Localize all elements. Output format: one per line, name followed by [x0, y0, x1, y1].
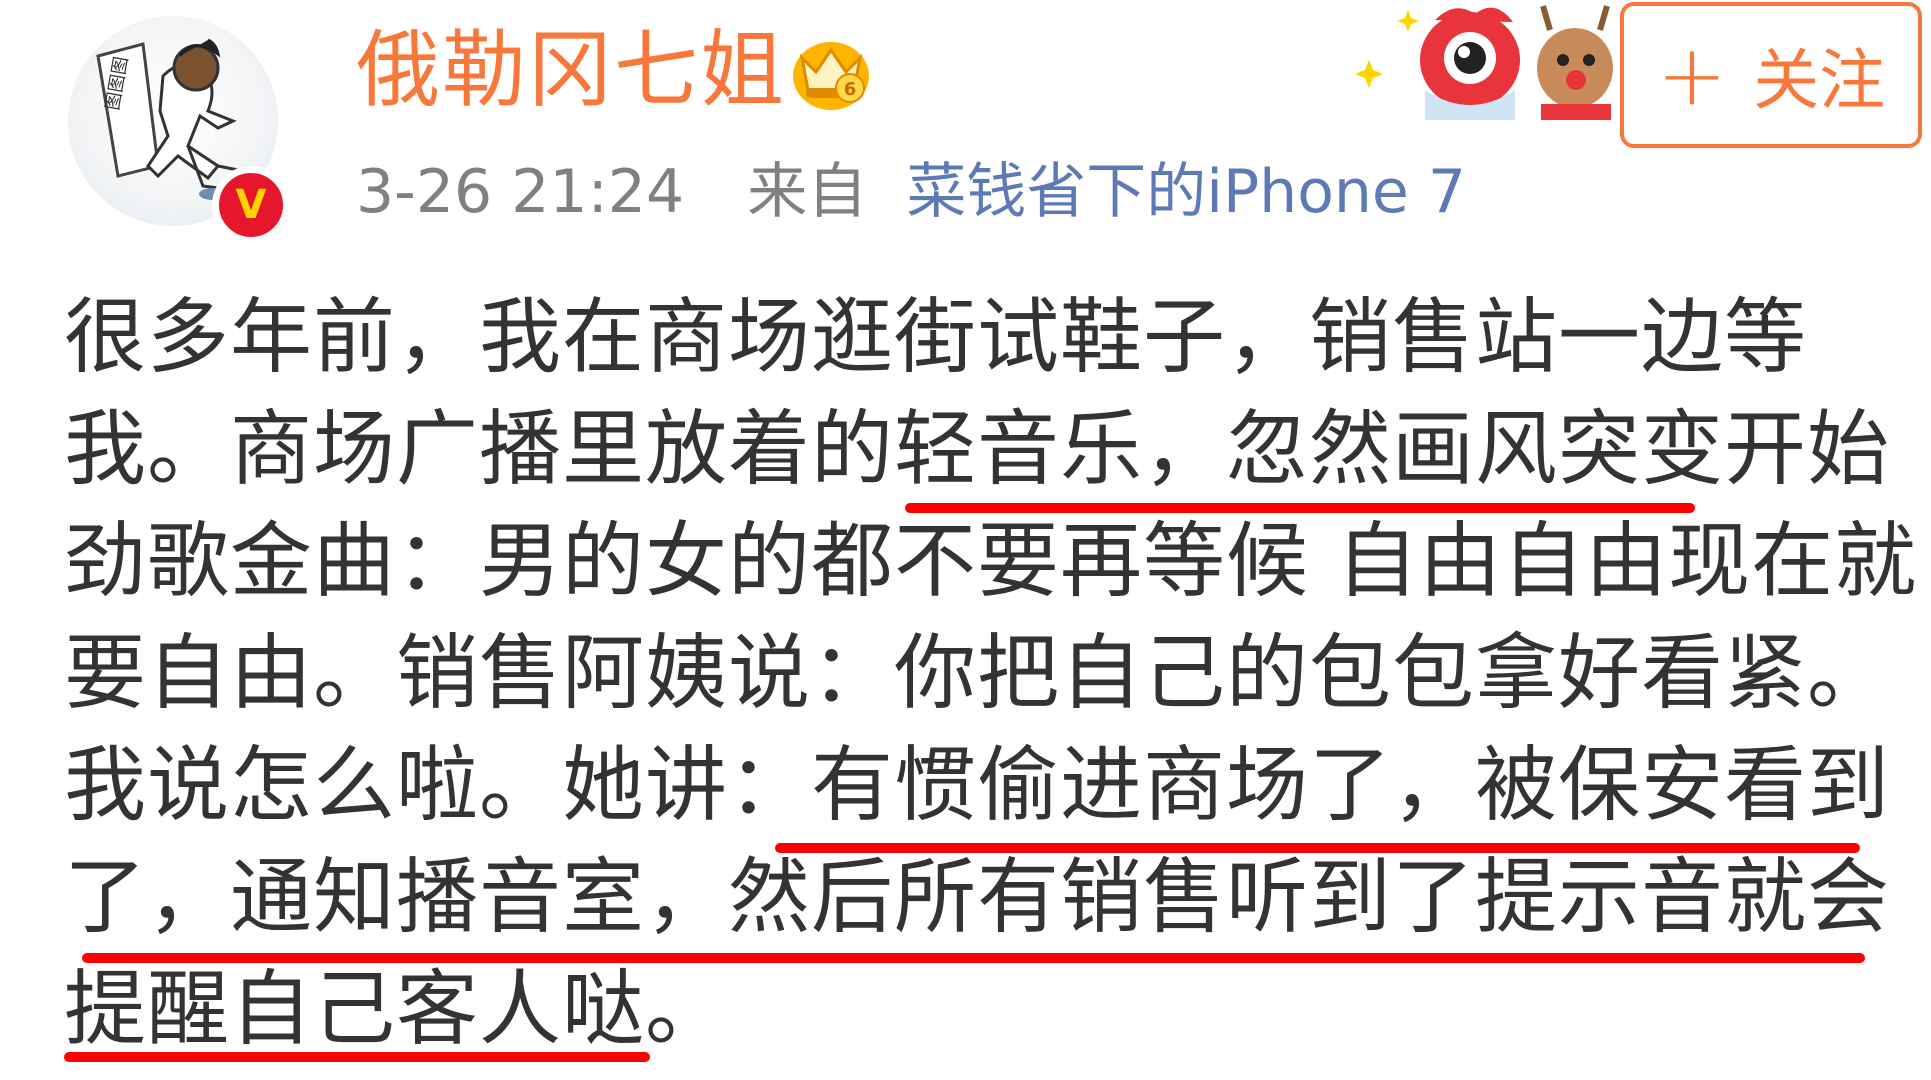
- highlight-underline: [82, 953, 1865, 963]
- crown-icon[interactable]: 6: [788, 32, 874, 112]
- highlight-underline: [64, 1052, 650, 1062]
- mascot-decoration-icon: [1355, 5, 1613, 120]
- post-source-link[interactable]: 菜钱省下的iPhone 7: [906, 157, 1466, 227]
- verified-v-icon: V: [212, 166, 290, 244]
- post-text-line: 劲歌金曲：男的女的都不要再等候 自由自由现在就: [64, 514, 1918, 609]
- follow-label: 关注: [1753, 42, 1886, 119]
- post-text-line: 我说怎么啦。她讲：有惯偷进商场了，被保安看到: [64, 738, 1891, 833]
- post-text-line: 我。商场广播里放着的轻音乐，忽然画风突变开始: [64, 402, 1891, 497]
- post-time[interactable]: 3-26 21:24: [356, 157, 684, 227]
- post-header: 图图图 V 俄勒冈七姐 6 3-26 21:24 来自 菜钱省下的iPhone …: [0, 0, 1931, 250]
- post-text: 很多年前，我在商场逛街试鞋子，销售站一边等 我。商场广播里放着的轻音乐，忽然画风…: [64, 282, 1924, 1066]
- post-text-line: 了，通知播音室，然后所有销售听到了提示音就会: [64, 850, 1891, 945]
- post-meta: 3-26 21:24 来自 菜钱省下的iPhone 7: [356, 152, 1466, 232]
- post-text-line: 要自由。销售阿姨说：你把自己的包包拿好看紧。: [64, 626, 1891, 721]
- plus-icon: +: [1656, 26, 1728, 124]
- highlight-underline: [775, 843, 1860, 853]
- author-name[interactable]: 俄勒冈七姐: [356, 20, 786, 120]
- follow-button[interactable]: + 关注: [1620, 2, 1922, 148]
- post-text-line: 很多年前，我在商场逛街试鞋子，销售站一边等: [64, 290, 1808, 385]
- from-label: 来自: [747, 157, 868, 227]
- post-text-line: 提醒自己客人哒。: [64, 962, 729, 1057]
- highlight-underline: [905, 503, 1695, 513]
- member-level-text: 6: [844, 79, 857, 100]
